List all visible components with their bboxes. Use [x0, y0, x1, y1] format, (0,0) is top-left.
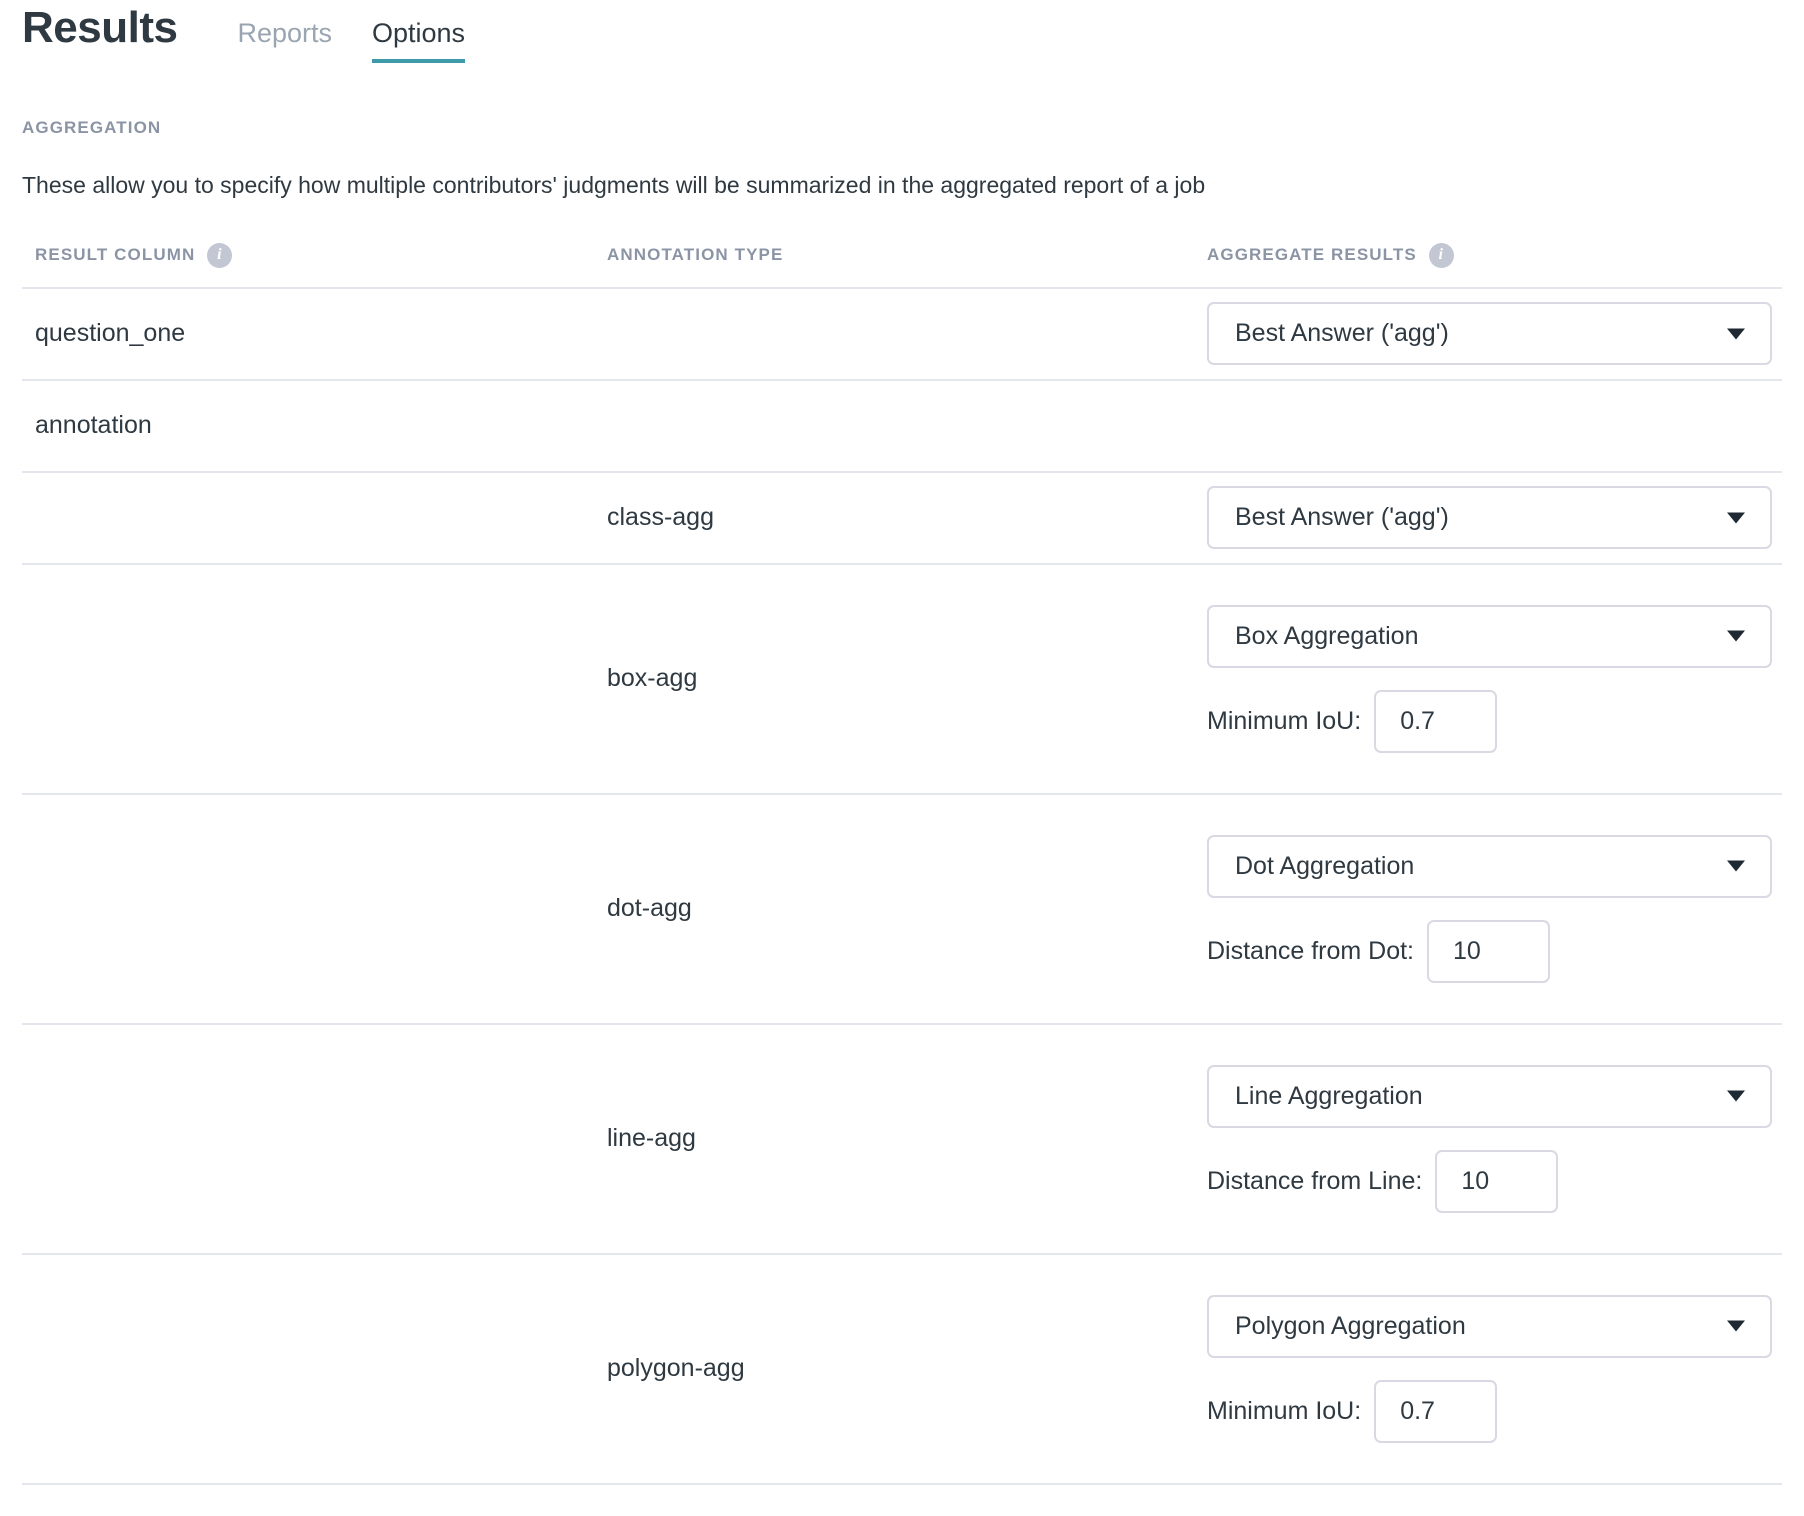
cell-aggregate-results: Line Aggregation Distance from Line: 10: [1207, 1064, 1782, 1213]
annotation-type-name: polygon-agg: [607, 1354, 745, 1383]
aggregate-method-value: Best Answer ('agg'): [1235, 319, 1449, 348]
cell-aggregate-results: Best Answer ('agg'): [1207, 302, 1782, 366]
column-header-aggregate-results-label: AGGREGATE RESULTS: [1207, 245, 1417, 265]
chevron-down-icon: [1727, 512, 1745, 524]
cell-aggregate-results: Dot Aggregation Distance from Dot: 10: [1207, 834, 1782, 983]
annotation-type-name: box-agg: [607, 664, 698, 693]
column-header-annotation-type-label: ANNOTATION TYPE: [607, 245, 784, 265]
results-options-page: Results Reports Options AGGREGATION Thes…: [0, 0, 1804, 1485]
annotation-type-name: class-agg: [607, 503, 714, 532]
table-row: dot-agg Dot Aggregation Distance from Do…: [22, 795, 1782, 1025]
column-header-result-column-label: RESULT COLUMN: [35, 245, 196, 265]
info-icon[interactable]: i: [1428, 242, 1454, 268]
aggregate-param: Distance from Dot: 10: [1207, 919, 1782, 983]
table-row: class-agg Best Answer ('agg'): [22, 473, 1782, 565]
page-title: Results: [22, 3, 178, 52]
aggregate-method-value: Dot Aggregation: [1235, 851, 1415, 880]
chevron-down-icon: [1727, 630, 1745, 642]
distance-from-line-input[interactable]: 10: [1435, 1149, 1559, 1213]
tab-reports[interactable]: Reports: [237, 17, 332, 59]
tab-options[interactable]: Options: [372, 17, 466, 64]
table-row: box-agg Box Aggregation Minimum IoU: 0.7: [22, 565, 1782, 795]
chevron-down-icon: [1727, 328, 1745, 340]
section-description: These allow you to specify how multiple …: [22, 172, 1206, 198]
aggregate-method-select[interactable]: Polygon Aggregation: [1207, 1294, 1772, 1358]
aggregate-param: Minimum IoU: 0.7: [1207, 1379, 1782, 1443]
section-label-aggregation: AGGREGATION: [22, 118, 162, 137]
info-icon[interactable]: i: [207, 242, 233, 268]
aggregation-table: RESULT COLUMN i ANNOTATION TYPE AGGREGAT…: [22, 242, 1782, 1485]
chevron-down-icon: [1727, 1090, 1745, 1102]
cell-annotation-type: box-agg: [607, 664, 1207, 693]
aggregate-method-select[interactable]: Best Answer ('agg'): [1207, 486, 1772, 550]
aggregate-param: Distance from Line: 10: [1207, 1149, 1782, 1213]
tab-bar: Reports Options: [237, 17, 466, 64]
table-header-row: RESULT COLUMN i ANNOTATION TYPE AGGREGAT…: [22, 242, 1782, 289]
aggregate-param: Minimum IoU: 0.7: [1207, 689, 1782, 753]
cell-annotation-type: line-agg: [607, 1124, 1207, 1153]
table-row: annotation: [22, 381, 1782, 473]
cell-aggregate-results: Box Aggregation Minimum IoU: 0.7: [1207, 604, 1782, 753]
aggregate-method-value: Polygon Aggregation: [1235, 1311, 1466, 1340]
aggregate-method-select[interactable]: Box Aggregation: [1207, 604, 1772, 668]
cell-annotation-type: class-agg: [607, 503, 1207, 532]
aggregate-method-value: Box Aggregation: [1235, 621, 1419, 650]
chevron-down-icon: [1727, 860, 1745, 872]
annotation-type-name: line-agg: [607, 1124, 696, 1153]
aggregate-param-label: Minimum IoU:: [1207, 706, 1362, 735]
table-row: line-agg Line Aggregation Distance from …: [22, 1025, 1782, 1255]
table-row: question_one Best Answer ('agg'): [22, 289, 1782, 381]
cell-aggregate-results: Best Answer ('agg'): [1207, 486, 1782, 550]
result-column-name: question_one: [35, 319, 186, 348]
cell-result-column: question_one: [22, 319, 607, 348]
aggregate-param-label: Distance from Line:: [1207, 1166, 1423, 1195]
table-row: polygon-agg Polygon Aggregation Minimum …: [22, 1255, 1782, 1485]
column-header-result-column: RESULT COLUMN i: [22, 242, 607, 268]
page-header: Results Reports Options: [22, 0, 1782, 78]
distance-from-dot-input[interactable]: 10: [1427, 919, 1551, 983]
cell-annotation-type: polygon-agg: [607, 1354, 1207, 1383]
column-header-aggregate-results: AGGREGATE RESULTS i: [1207, 242, 1782, 268]
aggregate-method-value: Best Answer ('agg'): [1235, 503, 1449, 532]
annotation-type-name: dot-agg: [607, 894, 692, 923]
aggregate-param-label: Distance from Dot:: [1207, 936, 1415, 965]
aggregate-method-select[interactable]: Best Answer ('agg'): [1207, 302, 1772, 366]
minimum-iou-input[interactable]: 0.7: [1374, 1379, 1498, 1443]
chevron-down-icon: [1727, 1320, 1745, 1332]
cell-result-column: annotation: [22, 411, 607, 440]
aggregate-method-select[interactable]: Dot Aggregation: [1207, 834, 1772, 898]
aggregate-method-value: Line Aggregation: [1235, 1081, 1423, 1110]
aggregate-param-label: Minimum IoU:: [1207, 1396, 1362, 1425]
result-column-name: annotation: [35, 411, 152, 440]
aggregate-method-select[interactable]: Line Aggregation: [1207, 1064, 1772, 1128]
cell-aggregate-results: Polygon Aggregation Minimum IoU: 0.7: [1207, 1294, 1782, 1443]
minimum-iou-input[interactable]: 0.7: [1374, 689, 1498, 753]
cell-annotation-type: dot-agg: [607, 894, 1207, 923]
column-header-annotation-type: ANNOTATION TYPE: [607, 245, 1207, 265]
